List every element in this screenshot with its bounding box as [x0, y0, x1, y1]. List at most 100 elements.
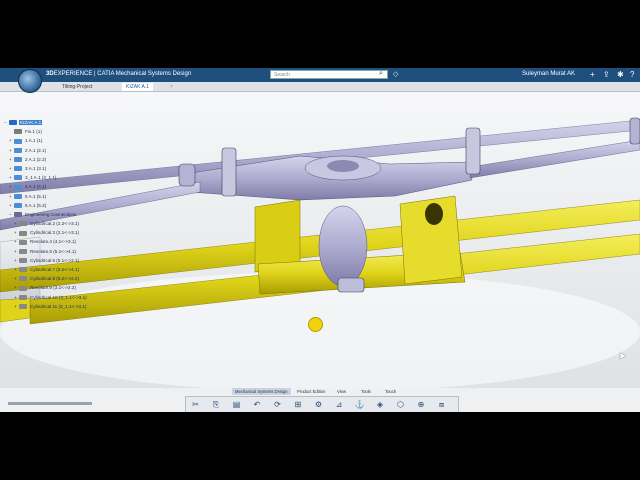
- tree-node[interactable]: +2 A.1 (2.2): [4, 155, 114, 164]
- clash-icon[interactable]: ◈: [375, 399, 386, 410]
- tree-node[interactable]: +1 A.1 (1): [4, 136, 114, 145]
- tree-node-label: 3 A.1 (3.1): [25, 165, 47, 171]
- update-icon[interactable]: ⟳: [272, 399, 283, 410]
- tree-node[interactable]: +5 A.1 (5.1): [4, 192, 114, 201]
- paste-icon[interactable]: ▤: [231, 399, 242, 410]
- engineering-connection-icon[interactable]: ⚙: [313, 399, 324, 410]
- hub-bore: [327, 160, 359, 172]
- copy-icon[interactable]: ⎘: [211, 399, 222, 410]
- click-indicator-icon: [308, 317, 323, 332]
- top-bar: 3DEXPERIENCE | CATIA Mechanical Systems …: [0, 68, 640, 82]
- broadcast-icon[interactable]: ✱: [617, 70, 624, 79]
- carriage-bore: [425, 203, 443, 225]
- insert-product-icon[interactable]: ⊞: [293, 399, 304, 410]
- tree-node[interactable]: + Cylindrical.7 (5.2<->4.1): [4, 265, 114, 274]
- tree-node[interactable]: − Engineering Connections: [4, 210, 114, 219]
- 3d-viewport[interactable]: − KIZAK A.1 Fix.1 (1) +1 A.1 (1) +2 A.1 (2.1…: [0, 92, 640, 405]
- snap-icon[interactable]: ⊕: [416, 399, 427, 410]
- measure-icon[interactable]: ⊿: [334, 399, 345, 410]
- tree-node-label: Revolute.5 (5.1<->4.1): [30, 248, 76, 254]
- tree-node[interactable]: + Revolute.4 (4.1<->3.1): [4, 237, 114, 246]
- tree-node-icon: [19, 230, 27, 236]
- tree-node-label: 2 A.1 (2.2): [25, 156, 47, 162]
- tree-node[interactable]: + Cylindrical.6 (5.1<->2.1): [4, 256, 114, 265]
- tree-node-icon: [14, 184, 22, 190]
- app-title: 3DEXPERIENCE | CATIA Mechanical Systems …: [46, 71, 192, 77]
- tree-node-icon: [14, 202, 22, 208]
- tree-node-label: Cylindrical.8 (5.2<->2.2): [30, 276, 80, 282]
- bolt-left: [221, 147, 237, 197]
- tree-node-label: Revolute.4 (4.1<->3.1): [30, 239, 76, 245]
- plus-icon[interactable]: +: [590, 70, 595, 79]
- fix-icon[interactable]: ⚓: [354, 399, 365, 410]
- tab-bar: Tilting-Project KIZAK A.1 ×: [0, 82, 640, 92]
- tree-node[interactable]: + Cylindrical.8 (5.2<->2.2): [4, 274, 114, 283]
- tree-node-label: Cylindrical.7 (5.2<->4.1): [30, 267, 80, 272]
- tab-tilting-project[interactable]: Tilting-Project: [58, 83, 96, 91]
- carriage-left: [254, 199, 301, 273]
- action-tab-tools[interactable]: Tools: [358, 388, 374, 395]
- section-icon[interactable]: ⧈: [436, 399, 447, 410]
- help-icon[interactable]: ?: [630, 70, 634, 79]
- tree-node-label: Revolute.9 (3.1<->2.2): [30, 285, 76, 291]
- tree-node-icon: [14, 157, 22, 163]
- tree-node-icon: [14, 166, 22, 172]
- tree-node-icon: [14, 138, 22, 144]
- specification-tree: − KIZAK A.1 Fix.1 (1) +1 A.1 (1) +2 A.1 (2.1…: [4, 118, 114, 311]
- tree-node[interactable]: +3_1 A.1 (3_1.1): [4, 173, 114, 182]
- tree-node-icon: [19, 258, 27, 264]
- compass-icon[interactable]: [18, 69, 42, 93]
- tree-node-label: 4 A.1 (4.1): [25, 184, 47, 190]
- action-tab-product-edition[interactable]: Product Edition: [294, 388, 328, 395]
- tree-node-label: Fix.1 (1): [25, 129, 42, 135]
- tree-node-label: Cylindrical.3 (2.1<->3.1): [30, 230, 80, 236]
- undo-icon[interactable]: ↶: [252, 399, 263, 410]
- tree-scrollbar[interactable]: [8, 402, 92, 405]
- tree-node-icon: [19, 304, 27, 310]
- tree-node-icon: [19, 276, 27, 282]
- user-name[interactable]: Suleyman Murat AK: [522, 71, 575, 77]
- tie-rod-right: [469, 139, 640, 179]
- search-icon[interactable]: ⌕: [379, 70, 383, 78]
- tree-node[interactable]: +4 A.1 (4.1): [4, 182, 114, 191]
- tree-node-icon: [19, 267, 27, 273]
- tree-node[interactable]: + Revolute.5 (5.1<->4.1): [4, 247, 114, 256]
- action-tab-mechanical-systems-design[interactable]: Mechanical Systems Design: [232, 388, 291, 395]
- tree-node-label: 1 A.1 (1): [25, 138, 43, 144]
- close-tab-icon[interactable]: ×: [166, 83, 177, 91]
- rod-end-left: [178, 163, 196, 187]
- tree-node-icon: [19, 221, 27, 227]
- tree-node[interactable]: + Cylindrical.10 (3_1.1<->3.1): [4, 293, 114, 302]
- tag-icon[interactable]: ◇: [393, 70, 398, 78]
- tree-node-label: Cylindrical.6 (5.1<->2.1): [30, 257, 80, 263]
- tree-node[interactable]: +5 A.1 (5.2): [4, 201, 114, 210]
- tree-node-icon: [14, 212, 22, 218]
- action-tab-view[interactable]: View: [334, 388, 349, 395]
- tree-node-label: 3_1 A.1 (3_1.1): [25, 175, 57, 181]
- tree-node[interactable]: + Revolute.9 (3.1<->2.2): [4, 283, 114, 292]
- tree-node[interactable]: Fix.1 (1): [4, 127, 114, 136]
- tree-node-label: 5 A.1 (5.1): [25, 193, 47, 199]
- tree-node[interactable]: − KIZAK A.1: [4, 118, 114, 127]
- mouse-pointer-icon: ➤: [618, 351, 627, 362]
- tree-node[interactable]: +2 A.1 (2.1): [4, 146, 114, 155]
- bottom-nut: [337, 277, 365, 293]
- tree-node-label: 5 A.1 (5.2): [25, 202, 47, 208]
- tree-node[interactable]: +3 A.1 (3.1): [4, 164, 114, 173]
- app-window: 3DEXPERIENCE | CATIA Mechanical Systems …: [0, 68, 640, 412]
- tree-node-icon: [14, 147, 22, 153]
- tree-node[interactable]: + Cylindrical.2 (2.2<->3.1): [4, 219, 114, 228]
- central-shaft: [318, 205, 368, 287]
- share-icon[interactable]: ⇪: [603, 70, 610, 79]
- cut-icon[interactable]: ✂: [190, 399, 201, 410]
- tree-node[interactable]: + Cylindrical.11 (3_1.1<->3.1): [4, 302, 114, 311]
- search-input[interactable]: Search: [270, 70, 388, 79]
- action-bar: ✂ ⎘ ▤ ↶ ⟳ ⊞ ⚙ ⊿ ⚓ ◈ ⬡ ⊕ ⧈: [185, 396, 459, 412]
- tree-node-label: Cylindrical.11 (3_1.1<->3.1): [30, 303, 87, 309]
- explode-icon[interactable]: ⬡: [395, 399, 406, 410]
- action-tab-touch[interactable]: Touch: [382, 388, 399, 395]
- tab-kizak[interactable]: KIZAK A.1: [122, 83, 154, 91]
- rod-end-right: [629, 117, 640, 145]
- tree-node-icon: [19, 285, 27, 291]
- tree-node[interactable]: + Cylindrical.3 (2.1<->3.1): [4, 228, 114, 237]
